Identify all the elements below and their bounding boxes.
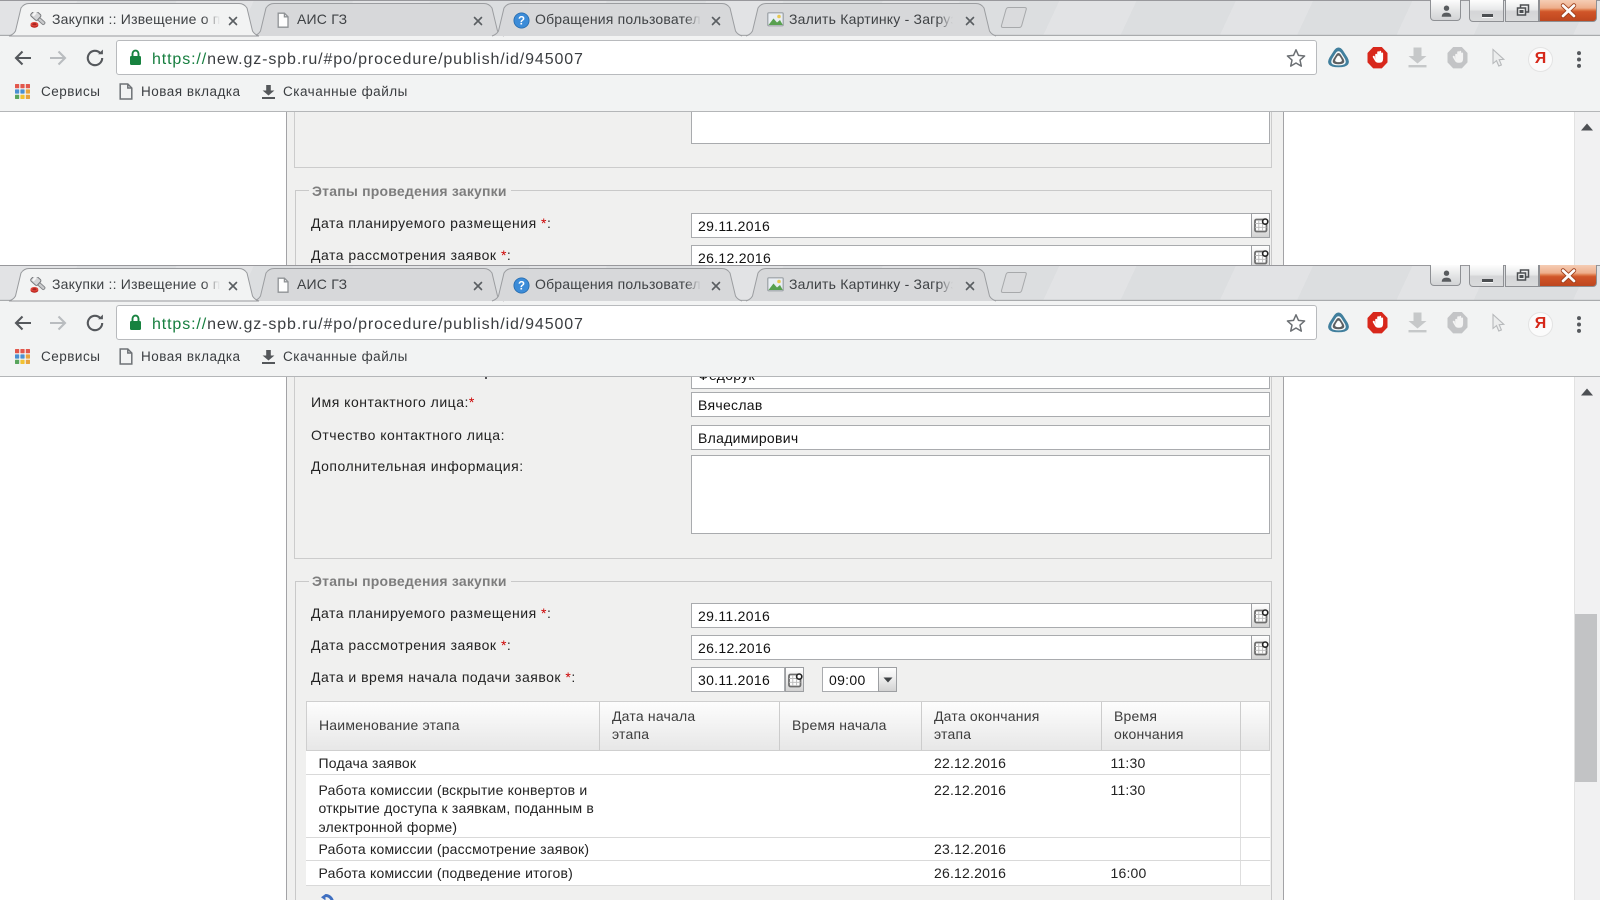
- svg-text:?: ?: [518, 15, 525, 27]
- svg-text:?: ?: [518, 280, 525, 292]
